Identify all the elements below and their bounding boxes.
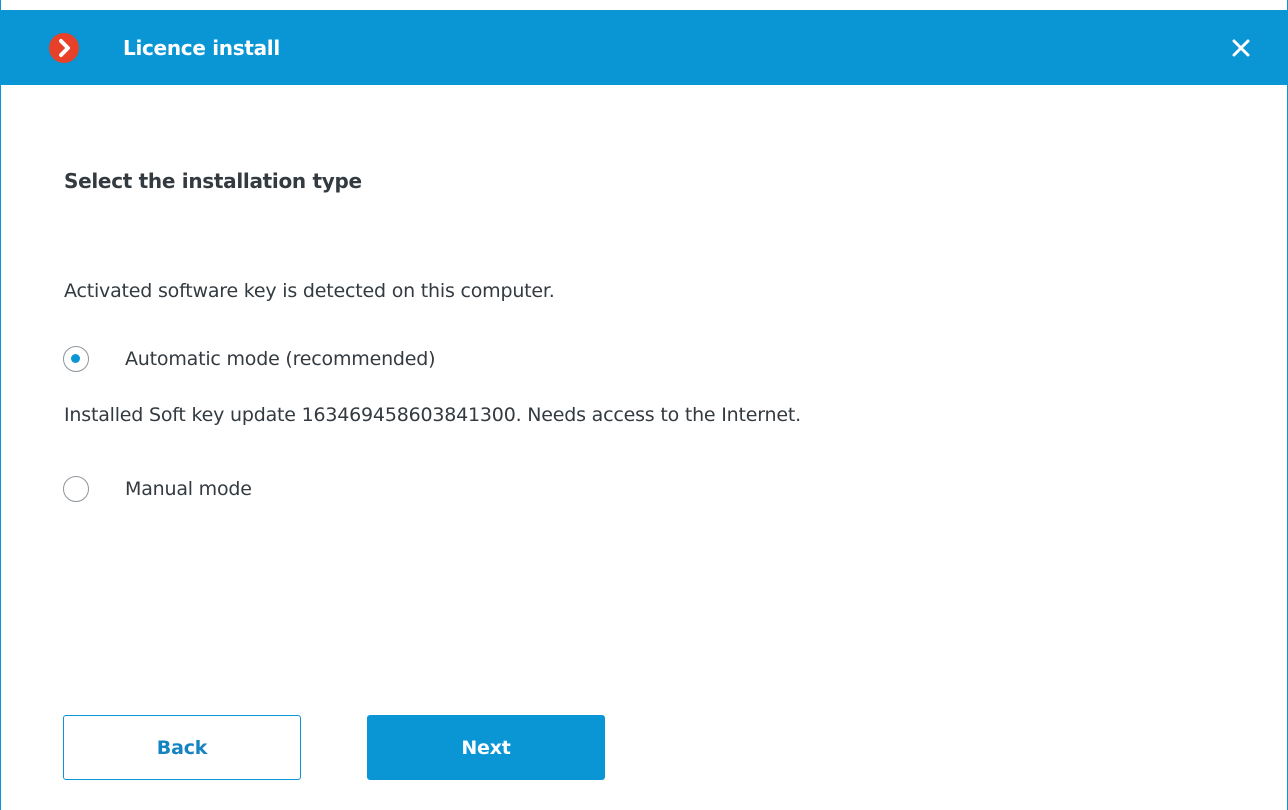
- radio-button-unchecked[interactable]: [63, 476, 89, 502]
- automatic-mode-label[interactable]: Automatic mode (recommended): [125, 346, 436, 372]
- dialog-title: Licence install: [123, 36, 280, 60]
- back-button[interactable]: Back: [63, 715, 301, 780]
- detected-key-message: Activated software key is detected on th…: [64, 280, 555, 302]
- radio-button-checked[interactable]: [63, 346, 89, 372]
- section-heading: Select the installation type: [64, 169, 362, 193]
- title-bar: Licence install: [1, 10, 1287, 85]
- licence-install-dialog: Licence install Select the installation …: [0, 0, 1288, 810]
- app-logo-icon: [49, 33, 79, 63]
- manual-mode-label[interactable]: Manual mode: [125, 476, 252, 502]
- automatic-mode-description: Installed Soft key update 16346945860384…: [64, 404, 801, 426]
- next-button[interactable]: Next: [367, 715, 605, 780]
- close-icon[interactable]: [1229, 36, 1253, 60]
